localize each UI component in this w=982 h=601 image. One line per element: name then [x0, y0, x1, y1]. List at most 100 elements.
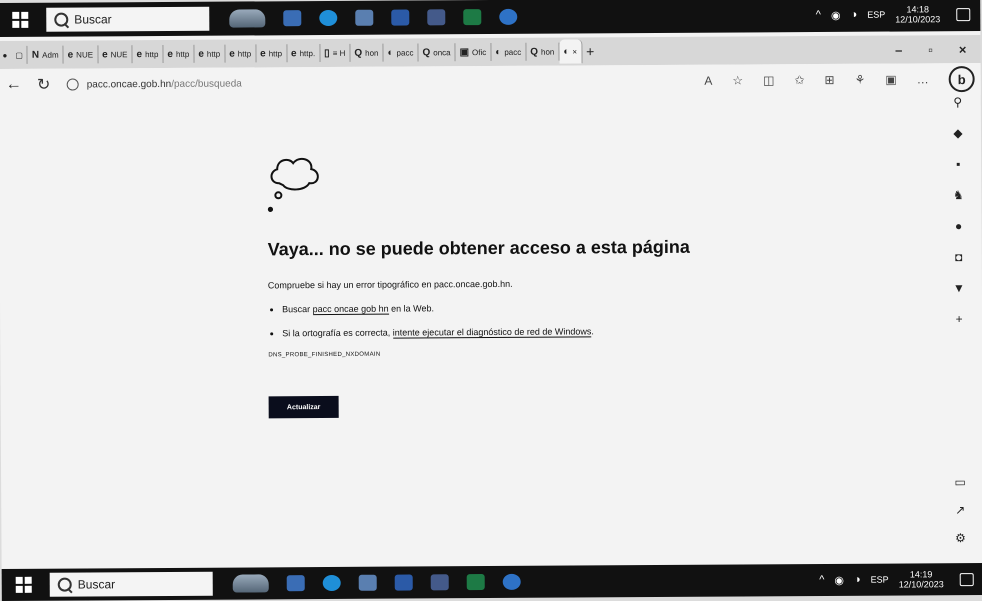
browser-tab[interactable]: ▣ Ofic [455, 42, 492, 62]
browser-tab[interactable]: Qonca [418, 43, 456, 62]
collections-icon[interactable]: ⊞ [824, 73, 834, 87]
language-indicator[interactable]: ESP [867, 10, 885, 20]
browser-tab[interactable]: e NUE [63, 45, 99, 64]
browser-tab[interactable]: e http [256, 44, 288, 63]
suggestion-text: Si la ortografía es correcta, [282, 327, 393, 339]
sidebar-external-icon[interactable]: ↗ [955, 503, 965, 517]
search-icon [57, 577, 72, 592]
speaker-icon[interactable]: ◑ [854, 574, 861, 586]
clock[interactable]: 14:19 12/10/2023 [899, 569, 944, 589]
refresh-button[interactable]: Actualizar [268, 395, 339, 419]
weather-widget-icon[interactable] [229, 9, 266, 28]
tab-favicon-icon: e [136, 48, 143, 60]
tab-favicon-icon: Q [354, 47, 363, 59]
favorite-star-icon[interactable]: ☆ [732, 73, 743, 87]
read-aloud-icon[interactable]: A [704, 74, 712, 88]
tab-active[interactable]: ◐ × [559, 39, 583, 64]
sidebar-search-icon[interactable]: ⚲ [953, 95, 962, 109]
browser-tab[interactable]: e http [225, 44, 257, 63]
word-icon[interactable] [394, 574, 413, 591]
network-icon[interactable]: ◉ [831, 8, 841, 21]
tab-label: http. [299, 48, 316, 58]
network-icon[interactable]: ◉ [834, 573, 844, 586]
browser-tab[interactable]: e NUE [97, 45, 133, 64]
chrome-icon[interactable] [499, 8, 518, 25]
suggestion-text: . [591, 326, 594, 337]
close-icon[interactable]: × [959, 42, 967, 57]
weather-widget-icon[interactable] [232, 574, 269, 593]
browser-tab[interactable]: e http [163, 44, 195, 63]
address-bar[interactable]: pacc.oncae.gob.hn/pacc/busqueda [66, 78, 242, 91]
tab-label: onca [433, 47, 451, 57]
tab-favicon-icon: e [198, 48, 204, 60]
chevron-up-icon[interactable]: ^ [819, 574, 824, 586]
language-indicator[interactable]: ESP [871, 575, 889, 585]
excel-icon[interactable] [466, 574, 485, 591]
sidebar-outlook-icon[interactable]: ◘ [955, 250, 962, 264]
browser-tab[interactable]: e http [132, 44, 164, 64]
sidebar-drop-icon[interactable]: ▼ [953, 281, 965, 295]
tab-favicon-icon: ◐ [387, 47, 394, 59]
refresh-icon[interactable]: ↻ [29, 75, 59, 95]
mail-icon[interactable] [355, 9, 374, 26]
tab-favicon-icon: ◐ [495, 46, 502, 58]
browser-tab[interactable]: ▯ ≡ H [320, 43, 351, 63]
tab-actions-icon[interactable]: ▢ [11, 45, 28, 64]
tab-label: hon [540, 47, 555, 57]
more-menu-icon[interactable]: … [917, 72, 929, 86]
minimize-icon[interactable]: – [895, 42, 902, 57]
network-diagnostics-link[interactable]: intente ejecutar el diagnóstico de red d… [392, 326, 592, 339]
task-view-icon[interactable] [283, 10, 302, 27]
start-button[interactable] [0, 3, 42, 37]
error-code: DNS_PROBE_FINISHED_NXDOMAIN [268, 351, 381, 359]
edge-icon[interactable] [319, 9, 338, 27]
back-icon[interactable]: ← [0, 76, 29, 94]
chrome-icon[interactable] [502, 573, 521, 590]
tab-label: Ofic [472, 47, 487, 57]
sidebar-settings-icon[interactable]: ⚙ [955, 531, 966, 545]
taskbar-search[interactable]: Buscar [46, 6, 210, 32]
tab-label: http [175, 49, 190, 59]
workspaces-icon[interactable]: ▣ [885, 73, 896, 87]
chevron-up-icon[interactable]: ^ [816, 9, 821, 21]
active-tab-close[interactable]: × [572, 47, 577, 56]
file-explorer-icon[interactable] [427, 9, 446, 26]
notification-icon[interactable] [959, 572, 974, 586]
word-icon[interactable] [391, 9, 410, 26]
extensions-icon[interactable]: ⚘ [855, 73, 866, 87]
taskbar-search-label: Buscar [77, 577, 116, 592]
clock[interactable]: 14:18 12/10/2023 [895, 4, 940, 24]
site-info-icon[interactable] [66, 78, 79, 91]
maximize-icon[interactable]: ▫ [928, 42, 933, 57]
browser-tab[interactable]: N Adm [27, 45, 64, 64]
favorites-icon[interactable]: ✩ [794, 73, 804, 87]
taskbar-search[interactable]: Buscar [49, 571, 213, 597]
clock-date: 12/10/2023 [895, 14, 941, 25]
notification-icon[interactable] [956, 7, 971, 21]
speaker-icon[interactable]: ◑ [851, 9, 858, 21]
browser-tab[interactable]: Qhon [526, 42, 560, 61]
split-screen-icon[interactable]: ◫ [763, 73, 774, 87]
excel-icon[interactable] [463, 9, 482, 26]
sidebar-office-icon[interactable]: ● [955, 219, 962, 233]
new-tab-button[interactable]: + [582, 42, 598, 60]
browser-tab[interactable]: Qhon [350, 43, 384, 62]
sidebar-games-icon[interactable]: ♞ [953, 188, 964, 202]
profile-icon[interactable]: ● [0, 46, 11, 64]
edge-icon[interactable] [322, 574, 341, 592]
sidebar-shopping-icon[interactable]: ◆ [953, 126, 962, 140]
bing-copilot-icon[interactable]: b [948, 66, 975, 93]
search-web-link[interactable]: pacc oncae gob hn [312, 303, 389, 316]
task-view-icon[interactable] [286, 575, 305, 592]
browser-tab[interactable]: ◐ pacc [491, 42, 527, 61]
sidebar-tools-icon[interactable]: ▪ [956, 157, 960, 171]
browser-tab[interactable]: ◐ pacc [383, 43, 419, 62]
file-explorer-icon[interactable] [430, 574, 449, 591]
sidebar-add-icon[interactable]: + [956, 312, 963, 326]
start-button[interactable] [2, 569, 46, 601]
mail-icon[interactable] [358, 574, 377, 591]
browser-tab[interactable]: e http [194, 44, 226, 63]
system-tray: ^ ◉ ◑ ESP 14:18 12/10/2023 [816, 4, 981, 25]
sidebar-toggle-icon[interactable]: ▭ [954, 475, 965, 489]
browser-tab[interactable]: e http. [286, 44, 321, 63]
